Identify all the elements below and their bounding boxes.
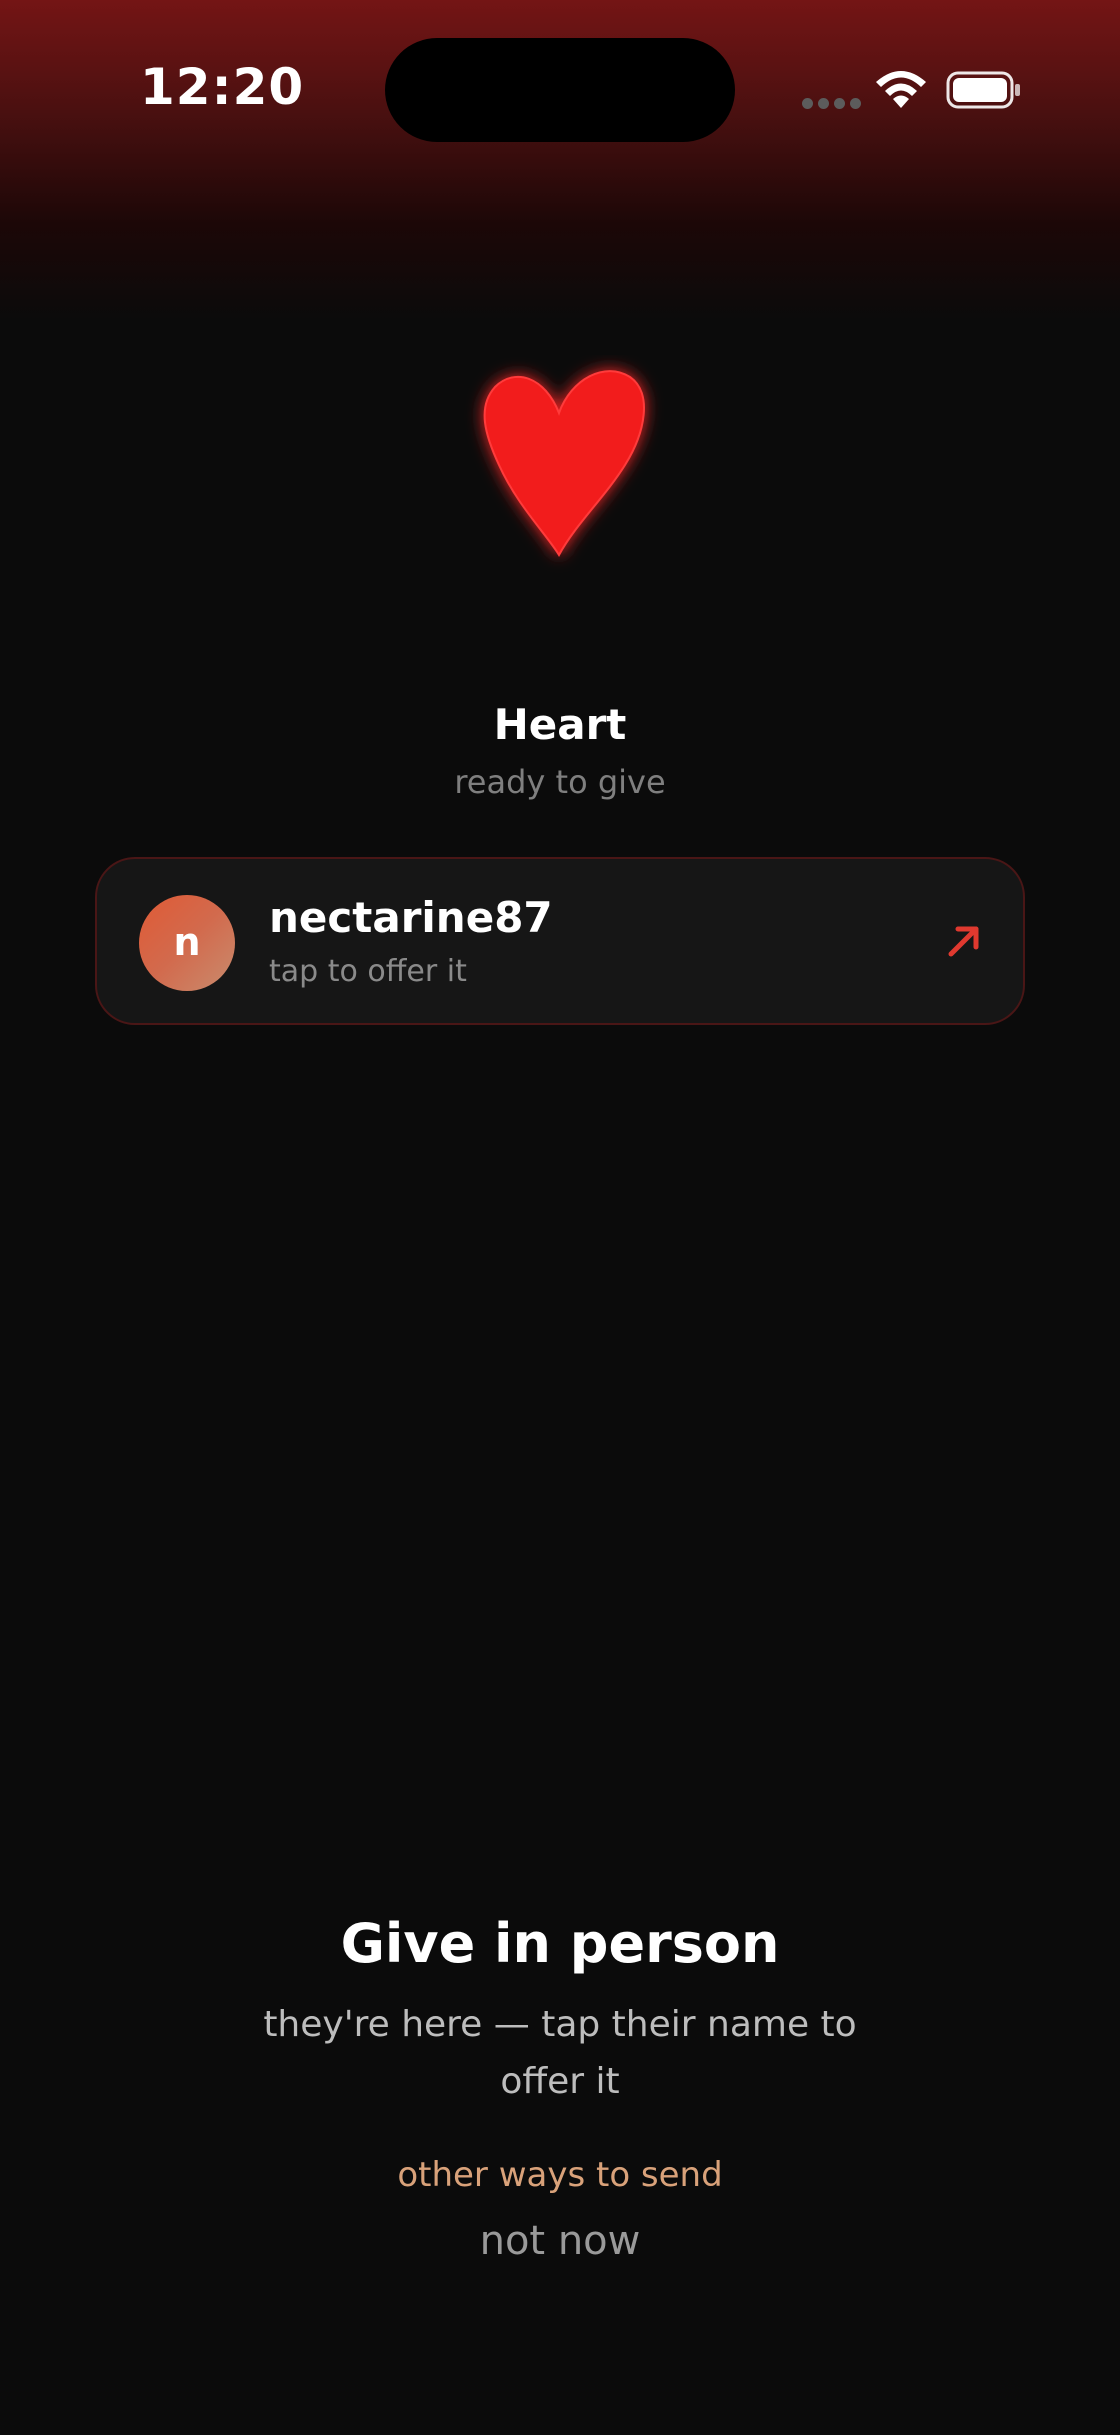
wifi-icon <box>876 71 926 108</box>
give-item-screen: 12:20 Heart ready to give n nectarine87 … <box>0 0 1120 2435</box>
recipient-card[interactable]: n nectarine87 tap to offer it <box>95 857 1025 1025</box>
status-time: 12:20 <box>140 58 305 116</box>
battery-icon <box>946 71 1020 109</box>
arrow-up-right-icon[interactable] <box>945 922 983 960</box>
cellular-signal-icon <box>802 98 862 110</box>
give-in-person-description: they're here — tap their name to offer i… <box>263 2004 857 2102</box>
recipient-username: nectarine87 <box>269 893 553 942</box>
item-name: Heart <box>493 700 627 749</box>
item-status: ready to give <box>454 763 666 801</box>
dynamic-island <box>385 38 735 142</box>
not-now-button[interactable]: not now <box>0 2218 1120 2264</box>
other-ways-to-send-link[interactable]: other ways to send <box>0 2155 1120 2195</box>
give-in-person-title: Give in person <box>340 1912 780 1975</box>
avatar: n <box>139 895 235 991</box>
heart-icon <box>483 370 645 558</box>
recipient-hint: tap to offer it <box>269 954 467 989</box>
